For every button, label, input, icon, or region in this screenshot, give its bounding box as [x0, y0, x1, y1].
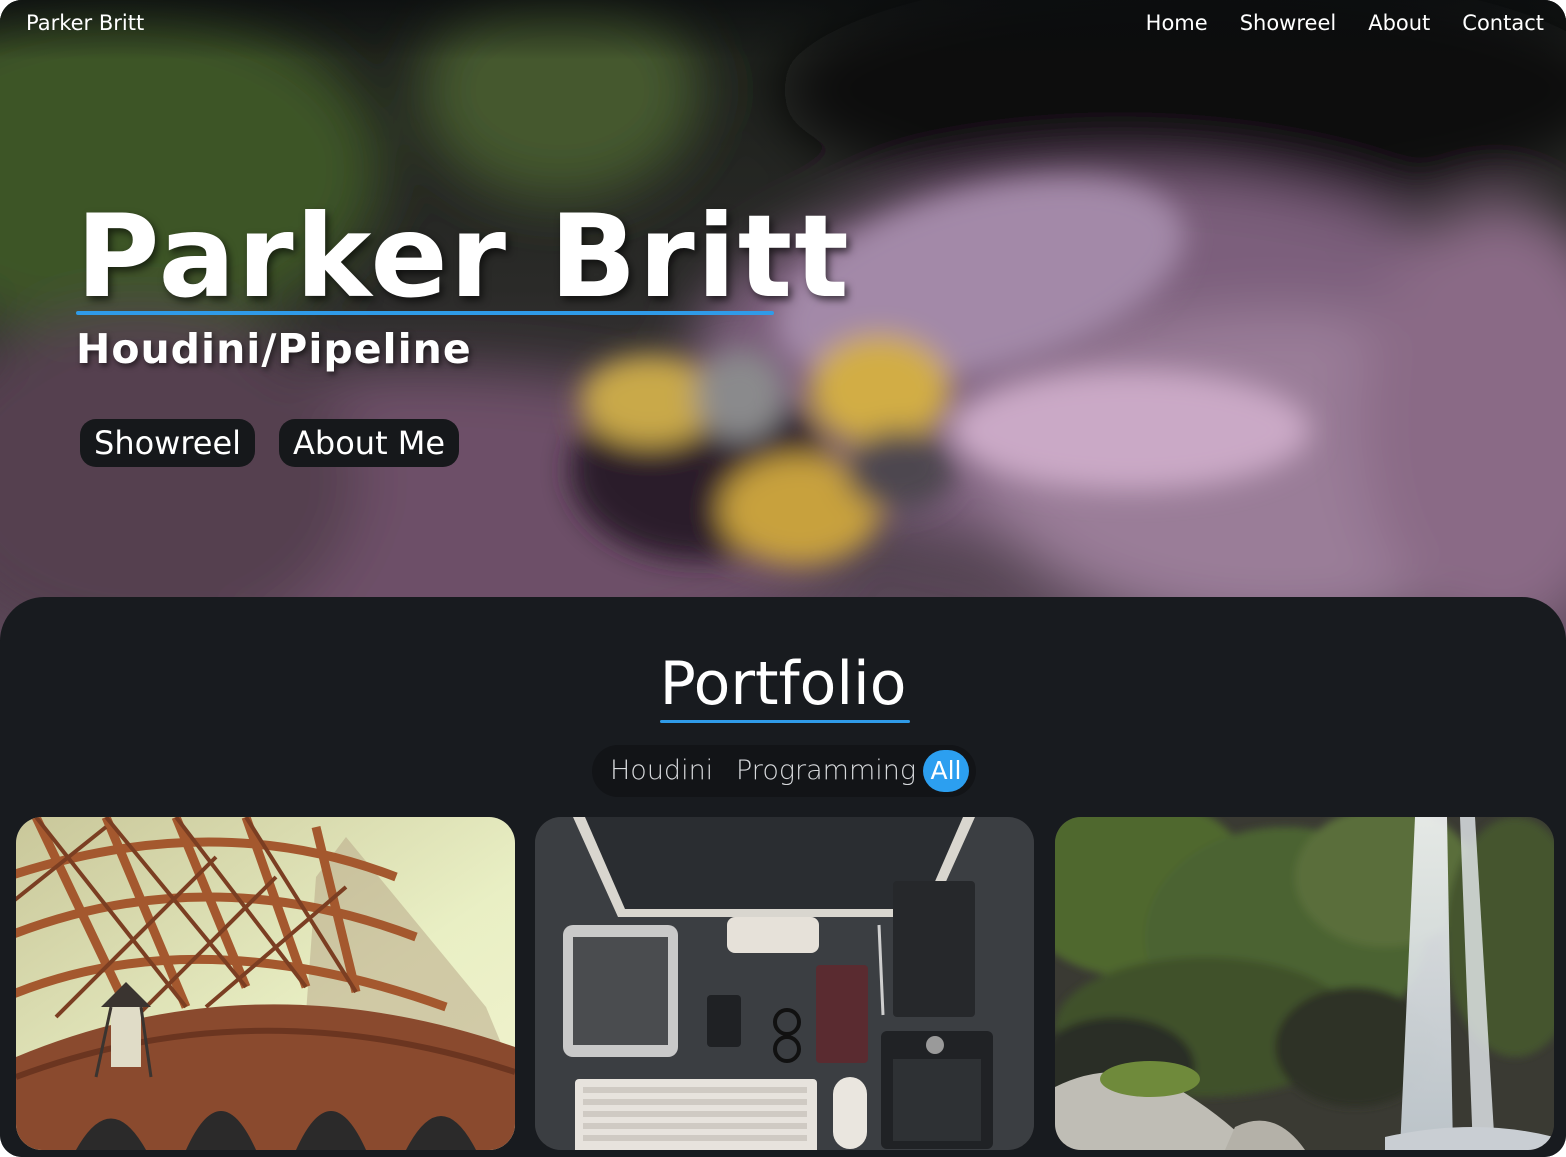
- nav-link-contact[interactable]: Contact: [1462, 11, 1544, 35]
- portfolio-card-desk[interactable]: [535, 817, 1034, 1150]
- hero-subtitle: Houdini/Pipeline: [76, 325, 472, 373]
- brand-name[interactable]: Parker Britt: [26, 11, 144, 35]
- portfolio-section: Portfolio Houdini Programming All: [0, 597, 1566, 1157]
- hero-title-underline: [76, 311, 774, 315]
- desk-image: [535, 817, 1034, 1150]
- portfolio-filter-bar: Houdini Programming All: [592, 745, 976, 797]
- page-frame: Parker Britt Home Showreel About Contact…: [0, 0, 1566, 1157]
- portfolio-title-underline: [660, 720, 910, 723]
- nav-link-showreel[interactable]: Showreel: [1240, 11, 1337, 35]
- bridge-image: [16, 817, 515, 1150]
- filter-all[interactable]: All: [923, 750, 969, 792]
- filter-programming[interactable]: Programming: [736, 745, 916, 797]
- about-me-button[interactable]: About Me: [279, 419, 460, 467]
- showreel-button[interactable]: Showreel: [80, 419, 256, 467]
- nav-links: Home Showreel About Contact: [1146, 11, 1544, 35]
- filter-houdini[interactable]: Houdini: [610, 745, 713, 797]
- waterfall-image: [1055, 817, 1554, 1150]
- hero-section: Parker Britt Home Showreel About Contact…: [0, 0, 1566, 640]
- nav-link-home[interactable]: Home: [1146, 11, 1208, 35]
- top-navbar: Parker Britt Home Showreel About Contact: [0, 0, 1566, 60]
- hero-title: Parker Britt: [76, 190, 851, 323]
- portfolio-card-bridge[interactable]: [16, 817, 515, 1150]
- portfolio-title: Portfolio: [659, 649, 907, 719]
- nav-link-about[interactable]: About: [1368, 11, 1430, 35]
- portfolio-card-waterfall[interactable]: [1055, 817, 1554, 1150]
